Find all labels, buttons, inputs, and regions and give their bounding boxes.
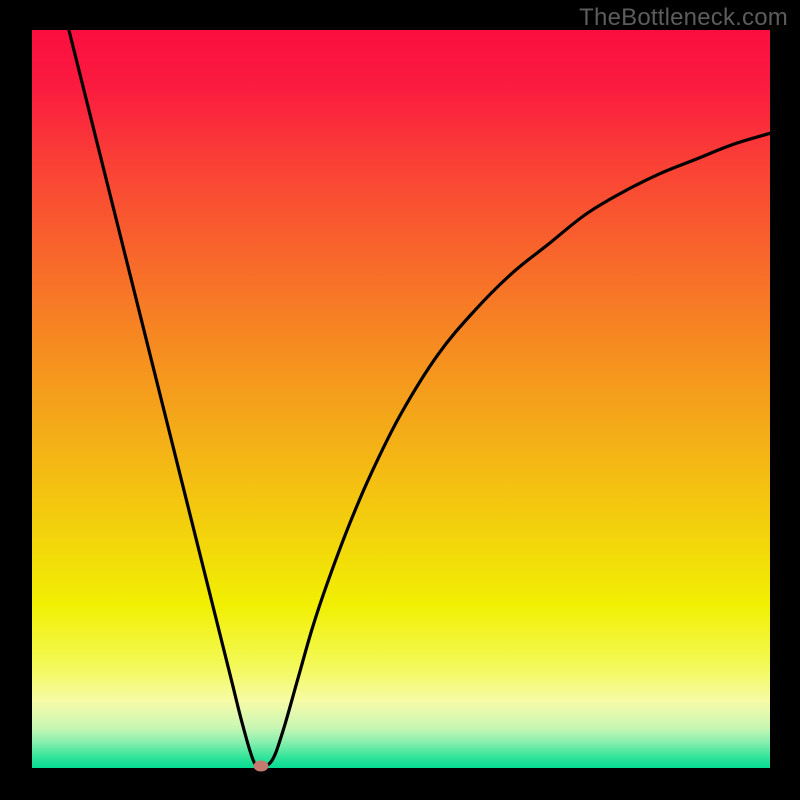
chart-minimum-marker — [253, 760, 268, 771]
chart-plot-area — [32, 30, 770, 768]
watermark-text: TheBottleneck.com — [579, 4, 788, 32]
chart-curve — [32, 30, 770, 768]
